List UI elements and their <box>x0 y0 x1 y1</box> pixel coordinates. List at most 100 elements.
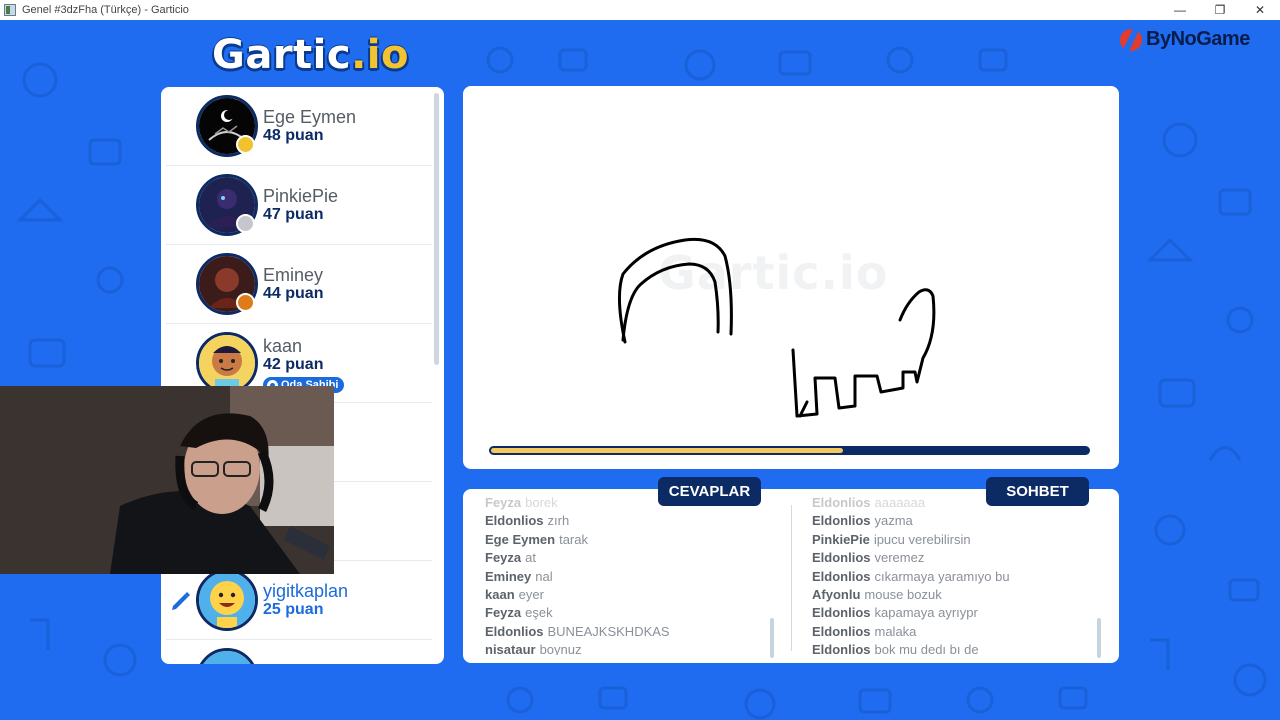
player-score: 47 puan <box>263 206 324 223</box>
bynogame-icon <box>1120 28 1142 51</box>
gartic-logo: Gartic.io <box>212 32 409 82</box>
list-item: PinkiePie ipucu verebilirsin <box>812 532 1097 550</box>
silver-medal-icon <box>236 214 255 233</box>
player-row[interactable]: Eminey 44 puan <box>166 245 432 324</box>
answers-list: Feyza borek Eldonlios zırh Ege Eymen tarak Fey… <box>485 495 775 655</box>
message-author: Feyza <box>485 495 522 510</box>
player-score: 44 puan <box>263 285 324 302</box>
list-item: Eldonlios malaka <box>812 624 1097 642</box>
avatar <box>196 332 258 394</box>
message-text: kapamaya ayrıypr <box>874 605 978 621</box>
players-panel: Ege Eymen 48 puan PinkiePie 47 puan Emin… <box>161 87 444 664</box>
player-score: 25 puan <box>263 601 324 618</box>
list-item: Eminey nal <box>485 569 775 587</box>
player-row[interactable]: PinkiePie 47 puan <box>166 166 432 245</box>
message-text: boynuz <box>539 642 582 655</box>
list-item: nisataur boynuz <box>485 642 775 655</box>
logo-suffix: .io <box>351 32 409 78</box>
list-item: Feyza at <box>485 550 775 568</box>
message-text: aaaaaaa <box>874 495 926 510</box>
logo-text: Gartic <box>212 32 352 78</box>
message-author: Eldonlios <box>812 605 871 621</box>
drawing-pencil-icon <box>172 592 190 610</box>
list-item: Eldonlios yazma <box>812 513 1097 531</box>
message-text: cıkarmaya yaramıyo bu <box>874 568 1010 584</box>
bynogame-logo[interactable]: ByNoGame <box>1120 28 1250 51</box>
player-row[interactable]: Ege Eymen 48 puan <box>166 87 432 166</box>
message-text: ipucu verebilirsin <box>873 531 971 547</box>
message-author: PinkiePie <box>812 531 870 547</box>
list-item: kaan eyer <box>485 587 775 605</box>
message-text: mouse bozuk <box>864 586 942 602</box>
message-author: nisataur <box>485 642 536 655</box>
message-author: Eldonlios <box>812 642 871 655</box>
message-author: Afyonlu <box>812 586 861 602</box>
message-author: Feyza <box>485 550 522 566</box>
message-author: kaan <box>485 586 515 602</box>
message-author: Eminey <box>485 568 532 584</box>
player-score: 48 puan <box>263 127 324 144</box>
message-author: Eldonlios <box>812 513 871 529</box>
answers-scrollbar[interactable] <box>770 618 774 658</box>
maximize-button[interactable]: ❐ <box>1200 0 1240 20</box>
player-score: 42 puan <box>263 356 324 373</box>
message-author: Feyza <box>485 605 522 621</box>
list-item: Ege Eymen tarak <box>485 532 775 550</box>
window-titlebar: Genel #3dzFha (Türkçe) - Garticio — ❐ ✕ <box>0 0 1280 20</box>
list-item: Eldonlios aaaaaaa <box>812 495 1097 513</box>
message-author: Eldonlios <box>485 623 544 639</box>
player-name: PinkiePie <box>263 186 339 206</box>
chat-scrollbar[interactable] <box>1097 618 1101 658</box>
window-title: Genel #3dzFha (Türkçe) - Garticio <box>22 4 189 16</box>
gold-medal-icon <box>236 135 255 154</box>
maximize-icon: ❐ <box>1214 3 1226 17</box>
close-icon: ✕ <box>1254 3 1266 17</box>
player-name: yigitkaplan <box>263 581 349 601</box>
players-scrollbar[interactable] <box>434 93 439 365</box>
message-text: eyer <box>518 586 544 602</box>
message-text: eşek <box>525 605 553 621</box>
round-timer-bar <box>489 446 1090 455</box>
message-author: Eldonlios <box>812 495 871 510</box>
message-text: borek <box>525 495 558 510</box>
list-item: Afyonlu mouse bozuk <box>812 587 1097 605</box>
avatar <box>196 648 258 664</box>
message-text: veremez <box>874 550 925 566</box>
player-row[interactable] <box>166 640 432 664</box>
player-name: Ege Eymen <box>263 107 357 127</box>
chat-list: Eldonlios aaaaaaa Eldonlios yazma PinkiePie i… <box>812 495 1097 655</box>
message-author: Eldonlios <box>812 568 871 584</box>
message-text: bok mu dedı bı de <box>874 642 979 655</box>
list-item: Feyza eşek <box>485 605 775 623</box>
message-text: nal <box>535 568 553 584</box>
drawing-canvas[interactable]: Gartic.io <box>463 86 1119 469</box>
list-item: Eldonlios bok mu dedı bı de <box>812 642 1097 655</box>
message-text: yazma <box>874 513 913 529</box>
player-name: kaan <box>263 336 303 356</box>
player-name: Eminey <box>263 265 324 285</box>
message-text: malaka <box>874 623 917 639</box>
message-text: at <box>525 550 536 566</box>
list-item: Eldonlios veremez <box>812 550 1097 568</box>
minimize-button[interactable]: — <box>1160 0 1200 20</box>
message-author: Eldonlios <box>812 550 871 566</box>
chat-divider <box>791 505 792 651</box>
list-item: Eldonlios kapamaya ayrıypr <box>812 605 1097 623</box>
message-author: Eldonlios <box>812 623 871 639</box>
message-text: BUNEAJKSKHDKAS <box>547 623 670 639</box>
drawing-strokes <box>617 237 936 418</box>
message-text: zırh <box>547 513 570 529</box>
minimize-icon: — <box>1174 3 1186 17</box>
webcam-overlay <box>0 386 334 574</box>
message-author: Ege Eymen <box>485 531 556 547</box>
bynogame-label: ByNoGame <box>1146 28 1250 50</box>
close-button[interactable]: ✕ <box>1240 0 1280 20</box>
app-icon <box>4 4 16 16</box>
list-item: Feyza borek <box>485 495 775 513</box>
list-item: Eldonlios BUNEAJKSKHDKAS <box>485 624 775 642</box>
bronze-medal-icon <box>236 293 255 312</box>
message-text: tarak <box>559 531 588 547</box>
avatar <box>196 569 258 631</box>
round-timer-fill <box>491 448 843 453</box>
list-item: Eldonlios zırh <box>485 513 775 531</box>
